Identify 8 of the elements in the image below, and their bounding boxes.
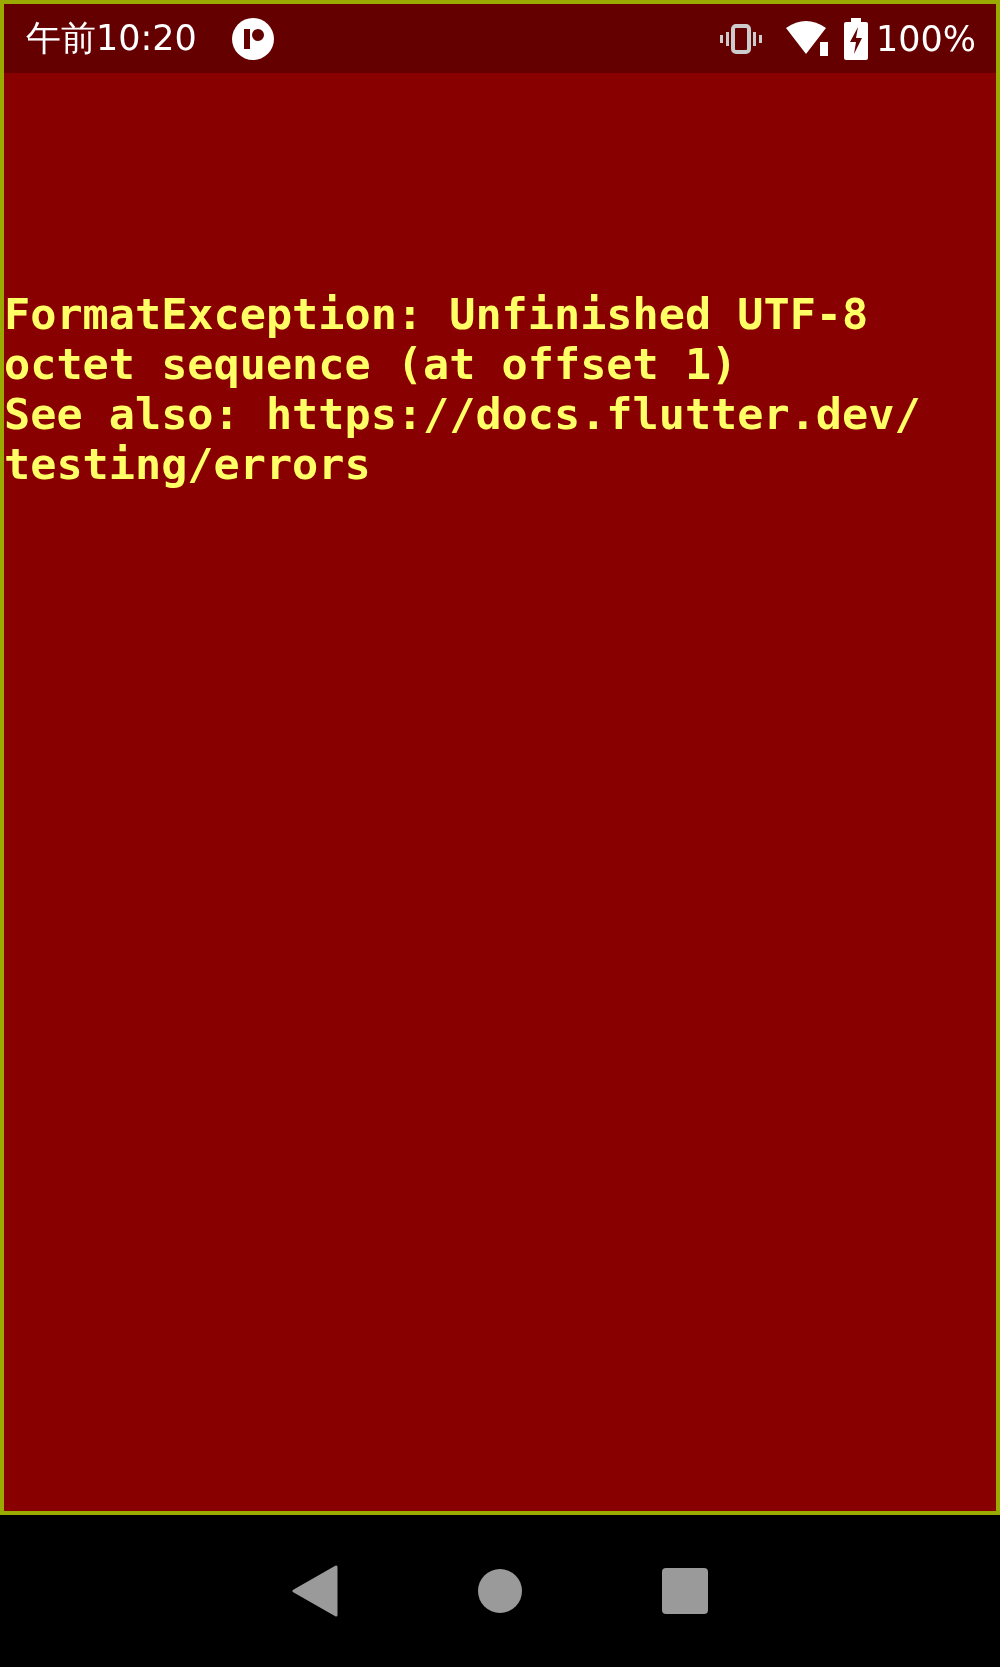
battery-level: 100% — [875, 18, 976, 59]
clock-time: 午前10:20 — [26, 17, 197, 60]
battery-charging-icon — [843, 17, 868, 60]
vibrate-icon — [719, 23, 762, 54]
back-icon[interactable] — [292, 1565, 338, 1617]
home-icon[interactable] — [478, 1569, 522, 1613]
app-notification-icon — [230, 16, 275, 61]
error-message: FormatException: Unfinished UTF-8 octet sequence (at offset 1) — [4, 289, 870, 389]
